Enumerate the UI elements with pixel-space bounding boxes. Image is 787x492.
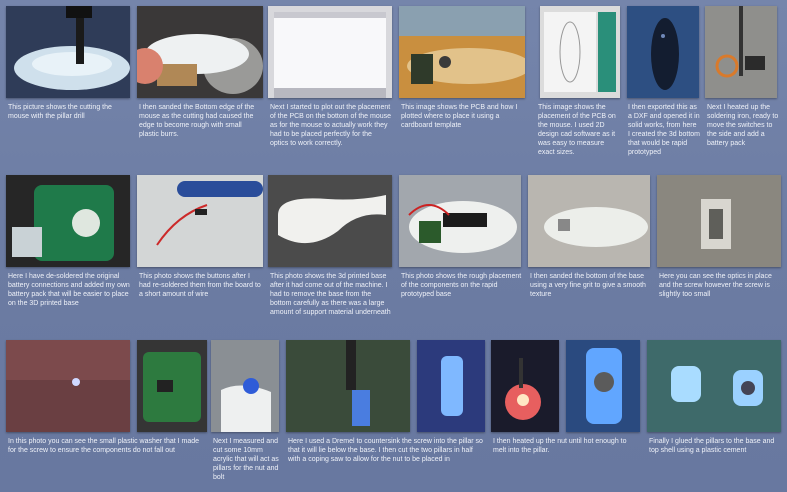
photo-2d-design-cad xyxy=(540,6,620,98)
caption-1: This picture shows the cutting the mouse… xyxy=(8,104,112,120)
photo-soldering-iron xyxy=(705,6,777,98)
photo-nut-in-pillar xyxy=(566,340,640,432)
caption-18: Finally I glued the pillars to the base … xyxy=(649,438,775,454)
photo-sanded-base xyxy=(528,175,650,267)
caption-8: Here I have de-soldered the original bat… xyxy=(8,273,130,307)
caption-9: This photo shows the buttons after I had… xyxy=(139,273,261,298)
photo-heated-nut-candle xyxy=(491,340,559,432)
photo-pcb-plot-screen xyxy=(268,6,392,98)
caption-3: Next I started to plot out the placement… xyxy=(270,104,392,147)
photo-solidworks-dxf xyxy=(627,6,699,98)
caption-4: This image shows the PCB and how I plott… xyxy=(401,104,518,129)
caption-13: Here you can see the optics in place and… xyxy=(659,273,772,298)
photo-plastic-washer xyxy=(6,340,130,432)
photo-battery-pack-pcb xyxy=(6,175,130,267)
photo-sanding-mouse xyxy=(137,6,263,98)
photo-3d-printed-base xyxy=(268,175,392,267)
caption-15: Next I measured and cut some 10mm acryli… xyxy=(213,438,279,481)
photo-resoldered-buttons xyxy=(137,175,263,267)
photo-drilling-mouse xyxy=(6,6,130,98)
photo-optics-and-screw xyxy=(657,175,781,267)
photo-dremel-countersink xyxy=(286,340,410,432)
photo-glued-pillars xyxy=(647,340,781,432)
caption-17: I then heated up the nut until hot enoug… xyxy=(493,438,627,454)
photo-acrylic-board xyxy=(137,340,207,432)
photo-acrylic-pillars xyxy=(211,340,279,432)
caption-14: In this photo you can see the small plas… xyxy=(8,438,200,454)
caption-6: I then exported this as a DXF and opened… xyxy=(628,104,700,156)
photo-components-on-base xyxy=(399,175,521,267)
caption-10: This photo shows the 3d printed base aft… xyxy=(270,273,391,316)
caption-5: This image shows the placement of the PC… xyxy=(538,104,616,156)
caption-2: I then sanded the Bottom edge of the mou… xyxy=(139,104,255,138)
caption-11: This photo shows the rough placement of … xyxy=(401,273,522,298)
caption-16: Here I used a Dremel to countersink the … xyxy=(288,438,483,463)
photo-cut-pillars xyxy=(417,340,485,432)
photo-pcb-cardboard-template xyxy=(399,6,525,98)
caption-12: I then sanded the bottom of the base usi… xyxy=(530,273,646,298)
caption-7: Next I heated up the soldering iron, rea… xyxy=(707,104,779,147)
